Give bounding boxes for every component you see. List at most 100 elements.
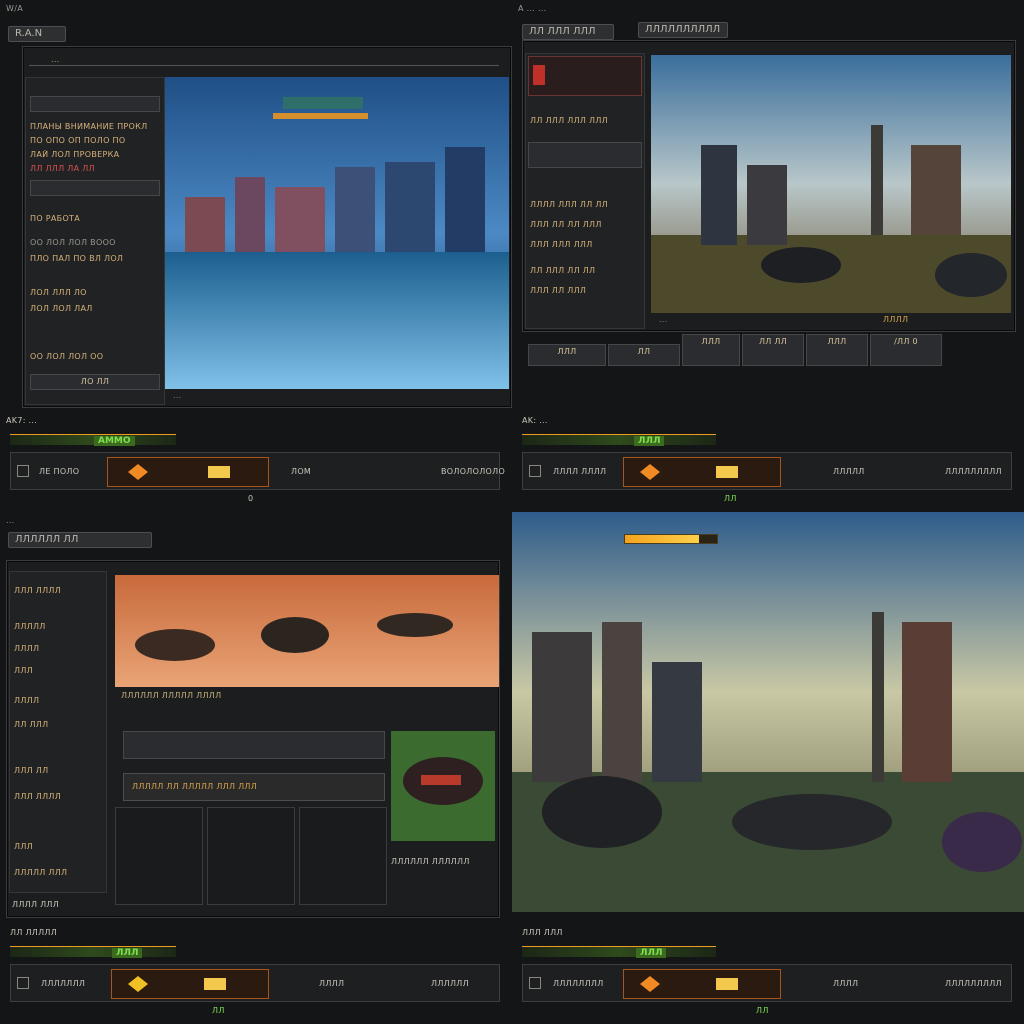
sidebar-row[interactable]: ЛЛЛ (14, 842, 102, 854)
hud-bar: ЛЛЛЛЛЛЛЛ ЛЛЛЛ ЛЛЛЛЛЛЛЛЛ (522, 964, 1012, 1002)
sidebar-row[interactable]: ПО ОПО ОП ПОЛО ПО (30, 136, 160, 148)
tab-2[interactable]: ЛЛЛЛЛЛЛЛЛЛ (638, 22, 728, 38)
sidebar-row[interactable]: ПЛО ПАЛ ПО ВЛ ЛОЛ (30, 254, 160, 266)
sidebar-row[interactable]: ЛЛ ЛЛЛ (14, 720, 102, 732)
stat-card[interactable] (299, 807, 387, 905)
hud-slot-label: ЛЛЛЛЛЛЛЛ (553, 979, 604, 988)
game-viewport[interactable] (165, 77, 509, 389)
game-window: ЛЛ ЛЛЛ ЛЛЛ ЛЛЛ ЛЛЛЛ ЛЛЛ ЛЛ ЛЛ ЛЛЛ ЛЛ ЛЛ … (522, 40, 1016, 332)
hud-right-label: ЛЛЛЛЛЛЛЛЛ (945, 979, 1002, 988)
sidebar-action-button[interactable] (528, 142, 642, 168)
hud-pager: ЛЛ (724, 494, 737, 503)
sidebar-row[interactable]: ЛЛЛЛЛ ЛЛЛ (14, 868, 102, 880)
sidebar-row[interactable]: ЛОЛ ЛЛЛ ЛО (30, 288, 160, 300)
alert-card[interactable] (528, 56, 642, 96)
top-status-text: A ... ... (518, 4, 547, 13)
banner-caption: ЛЛЛЛЛЛ ЛЛЛЛЛ ЛЛЛЛ (121, 691, 222, 700)
screen-top-left: W/A R.A.N ... ПЛАНЫ ВНИМАНИЕ ПРОКЛ ПО ОП… (0, 0, 512, 512)
address-bar[interactable]: ... (29, 53, 499, 66)
hud-slot-active[interactable] (111, 969, 269, 999)
sidebar-row[interactable]: ЛЛЛ (14, 666, 102, 678)
game-viewport[interactable] (651, 55, 1011, 313)
creature-portrait[interactable] (391, 731, 495, 841)
stat-card[interactable] (207, 807, 295, 905)
sidebar: ЛЛ ЛЛЛ ЛЛЛ ЛЛЛ ЛЛЛЛ ЛЛЛ ЛЛ ЛЛ ЛЛЛ ЛЛ ЛЛ … (525, 53, 645, 329)
game-window: ЛЛЛ ЛЛЛЛ ЛЛЛЛЛ ЛЛЛЛ ЛЛЛ ЛЛЛЛ ЛЛ ЛЛЛ ЛЛЛ … (6, 560, 500, 918)
sidebar-row[interactable]: ОО ЛОЛ ЛОЛ ОО (30, 352, 160, 364)
window-tab[interactable]: ЛЛЛЛЛЛ ЛЛ (8, 532, 152, 548)
hud-bar: ЛЕ ПОЛО ЛОМ ВОЛОЛОЛОЛО (10, 452, 505, 490)
hud-slot-active[interactable] (623, 457, 781, 487)
viewport-caption: ... (659, 315, 668, 324)
ammo-label: ЛЛЛ (112, 948, 143, 958)
top-status-text: ... (6, 516, 15, 525)
stat-card[interactable] (115, 807, 203, 905)
battlefield-scene (651, 55, 1011, 313)
sidebar-row[interactable]: ЛЛЛ ЛЛЛ ЛЛЛ (530, 240, 640, 252)
city-water-scene (165, 77, 509, 389)
screen-bottom-right: ЛЛЛ ЛЛЛ ЛЛЛ ЛЛЛЛЛЛЛЛ ЛЛЛЛ ЛЛЛЛЛЛЛЛЛ ЛЛ (512, 512, 1024, 1024)
sidebar-row[interactable]: ПО РАБОТА (30, 214, 160, 226)
scene-hud-bar (283, 97, 363, 109)
sidebar-row[interactable]: ЛЛЛЛ ЛЛЛ ЛЛ ЛЛ (530, 200, 640, 212)
scene-progress (273, 113, 368, 119)
sidebar-row[interactable]: ЛЛ ЛЛЛ ЛЛЛ ЛЛЛ (530, 116, 640, 128)
sidebar-row[interactable]: ЛЛЛ ЛЛ ЛЛЛ (530, 286, 640, 298)
sidebar-row[interactable]: ЛОЛ ЛОЛ ЛАЛ (30, 304, 160, 316)
sidebar-header-button[interactable] (30, 96, 160, 112)
hud-slot-active[interactable] (107, 457, 269, 487)
sidebar-row-alert[interactable]: ЛЛ ЛЛЛ ЛА ЛЛ (30, 164, 160, 176)
hud-tag: ЛЛЛ ЛЛЛ (522, 928, 563, 937)
screen-top-right: A ... ... ЛЛ ЛЛЛ ЛЛЛ ЛЛЛЛЛЛЛЛЛЛ ЛЛ ЛЛЛ Л… (512, 0, 1024, 512)
ammo-label: AMMO (94, 436, 135, 446)
inventory-icon[interactable] (17, 977, 29, 989)
hud-slot-label: ЛЕ ПОЛО (39, 467, 80, 476)
toolbar-button[interactable]: /ЛЛ 0 (870, 334, 942, 366)
sidebar-row[interactable]: ПЛАНЫ ВНИМАНИЕ ПРОКЛ (30, 122, 160, 134)
inventory-icon[interactable] (17, 465, 29, 477)
sidebar-row[interactable]: ЛЛЛЛ (14, 644, 102, 656)
item-bar[interactable] (123, 731, 385, 759)
hud-slot-active[interactable] (623, 969, 781, 999)
sidebar-row[interactable]: ОО ЛОЛ ЛОЛ ВООО (30, 238, 160, 250)
game-viewport[interactable] (512, 512, 1024, 912)
hud-bar: ЛЛЛЛЛЛЛ ЛЛЛЛ ЛЛЛЛЛЛ (10, 964, 500, 1002)
inventory-icon[interactable] (529, 465, 541, 477)
sidebar-row[interactable]: ЛЛЛ ЛЛЛЛ (14, 586, 102, 598)
sidebar: ЛЛЛ ЛЛЛЛ ЛЛЛЛЛ ЛЛЛЛ ЛЛЛ ЛЛЛЛ ЛЛ ЛЛЛ ЛЛЛ … (9, 571, 107, 893)
sidebar-row[interactable]: ЛЛЛЛЛ (14, 622, 102, 634)
sidebar-action-button[interactable] (30, 180, 160, 196)
toolbar-button[interactable]: ЛЛ (608, 344, 680, 366)
ammo-bar (10, 434, 176, 445)
sidebar-row[interactable]: ЛЛЛ ЛЛЛЛ (14, 792, 102, 804)
toolbar-button[interactable]: ЛЛЛ (682, 334, 740, 366)
sidebar-row[interactable]: ЛАЙ ЛОЛ ПРОВЕРКА (30, 150, 160, 162)
hud-tag: AK7: ... (6, 416, 38, 425)
sidebar-row[interactable]: ЛЛЛЛ (14, 696, 102, 708)
portrait-art (403, 757, 483, 805)
footer-left: ЛЛЛЛ ЛЛЛ (12, 900, 60, 909)
banner-viewport[interactable] (115, 575, 499, 687)
top-status-text: W/A (6, 4, 23, 13)
window-tab[interactable]: R.A.N (8, 26, 66, 42)
title-strip[interactable]: ЛЛЛЛЛ ЛЛ ЛЛЛЛЛ ЛЛЛ ЛЛЛ (123, 773, 385, 801)
objective-progress-fill (625, 535, 699, 543)
hud-tag: ЛЛ ЛЛЛЛЛ (10, 928, 58, 937)
toolbar-button[interactable]: ЛЛЛ (806, 334, 868, 366)
hud-slot2: ЛЛЛЛ (833, 979, 859, 988)
toolbar-button[interactable]: ЛЛЛ (528, 344, 606, 366)
battlefield-scene (512, 512, 1024, 912)
sidebar-row[interactable]: ЛЛЛ ЛЛ ЛЛ ЛЛЛ (530, 220, 640, 232)
tab-1[interactable]: ЛЛ ЛЛЛ ЛЛЛ (522, 24, 614, 40)
toolbar-button[interactable]: ЛЛ ЛЛ (742, 334, 804, 366)
game-window: ... ПЛАНЫ ВНИМАНИЕ ПРОКЛ ПО ОПО ОП ПОЛО … (22, 46, 512, 408)
sidebar: ПЛАНЫ ВНИМАНИЕ ПРОКЛ ПО ОПО ОП ПОЛО ПО Л… (25, 77, 165, 405)
inventory-icon[interactable] (529, 977, 541, 989)
sidebar-row[interactable]: ЛЛ ЛЛЛ ЛЛ ЛЛ (530, 266, 640, 278)
viewport-caption-right: ЛЛЛЛ (883, 315, 909, 324)
hud-pager: ЛЛ (212, 1006, 225, 1015)
sidebar-footer-button[interactable]: ЛО ЛЛ (30, 374, 160, 390)
screen-bottom-left: ... ЛЛЛЛЛЛ ЛЛ ЛЛЛ ЛЛЛЛ ЛЛЛЛЛ ЛЛЛЛ ЛЛЛ ЛЛ… (0, 512, 512, 1024)
sidebar-row[interactable]: ЛЛЛ ЛЛ (14, 766, 102, 778)
ammo-bar (522, 434, 716, 445)
